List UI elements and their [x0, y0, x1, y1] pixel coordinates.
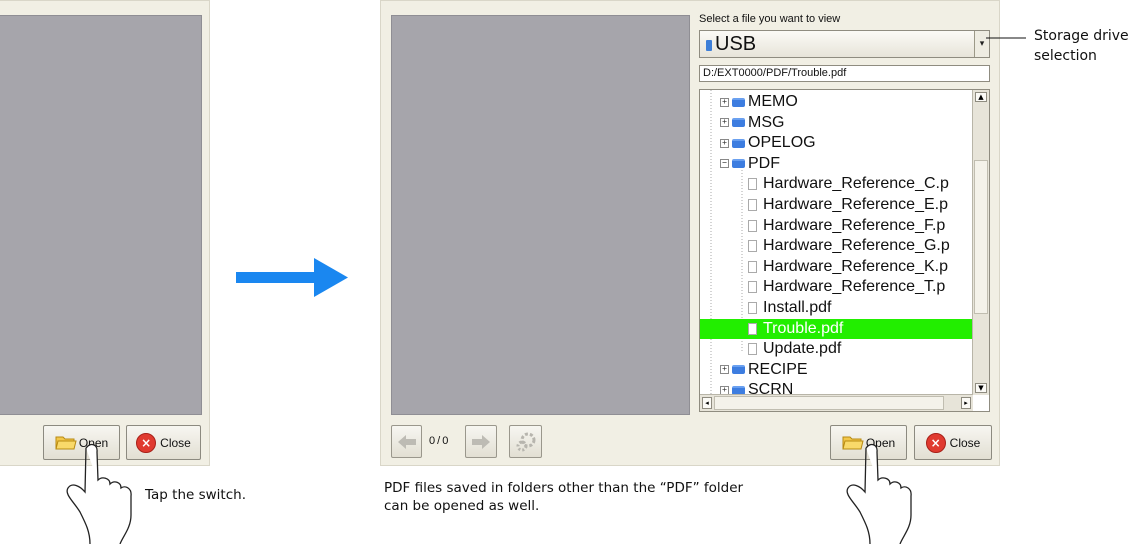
expand-icon[interactable]: +: [720, 97, 729, 107]
tree-file-item[interactable]: Hardware_Reference_K.p: [700, 257, 973, 277]
right-close-label: Close: [949, 435, 981, 450]
file-icon: [748, 343, 757, 356]
left-caption: Tap the switch.: [145, 487, 246, 503]
tree-item-label: Hardware_Reference_F.p: [763, 216, 946, 234]
tree-file-item[interactable]: Trouble.pdf: [700, 318, 973, 339]
tree-file-item[interactable]: Install.pdf: [700, 298, 973, 318]
storage-drive-select[interactable]: USB ▾: [699, 30, 990, 58]
tree-item-label: PDF: [748, 154, 780, 172]
expand-icon[interactable]: +: [720, 138, 729, 148]
callout-line1: Storage drive: [1034, 28, 1129, 44]
tree-item-label: SCRN: [748, 381, 794, 395]
expand-icon[interactable]: +: [720, 365, 729, 375]
tree-horizontal-scrollbar[interactable]: ◂ ▸: [700, 394, 973, 411]
scroll-up-arrow-icon[interactable]: ▲: [975, 92, 987, 102]
tree-item-label: Hardware_Reference_K.p: [763, 257, 948, 275]
file-icon: [748, 281, 757, 294]
tree-folder-item[interactable]: + MSG: [700, 113, 973, 133]
page-counter: 0 / 0: [429, 435, 448, 447]
tree-file-item[interactable]: Hardware_Reference_T.p: [700, 277, 973, 297]
callout-line: [986, 37, 1026, 39]
right-caption: PDF files saved in folders other than th…: [384, 479, 743, 515]
pointing-hand-left-icon: [66, 443, 132, 544]
tree-item-label: Update.pdf: [763, 340, 842, 358]
right-caption-line2: can be opened as well.: [384, 498, 540, 514]
tree-folder-item[interactable]: + SCRN: [700, 380, 973, 395]
right-viewer-panel: Select a file you want to view USB ▾ D:/…: [380, 0, 1000, 466]
arrow-left-icon: [397, 434, 416, 449]
folder-icon: [732, 138, 745, 148]
left-display-area: [0, 15, 202, 415]
folder-icon: [732, 97, 745, 107]
tree-file-item[interactable]: Update.pdf: [700, 339, 973, 359]
file-icon: [748, 302, 757, 314]
horizontal-scroll-thumb[interactable]: [714, 396, 944, 410]
folder-icon: [732, 365, 745, 375]
tree-item-label: MEMO: [748, 93, 798, 110]
tree-folder-item[interactable]: + RECIPE: [700, 360, 973, 380]
tree-folder-item[interactable]: + OPELOG: [700, 133, 973, 153]
file-icon: [748, 219, 757, 232]
file-path-field[interactable]: D:/EXT0000/PDF/Trouble.pdf: [699, 65, 990, 82]
tree-item-label: Trouble.pdf: [763, 319, 844, 337]
folder-icon: [732, 159, 745, 169]
arrow-right-small-icon: [472, 434, 490, 449]
settings-button[interactable]: [509, 425, 542, 458]
tree-item-label: Hardware_Reference_G.p: [763, 237, 950, 255]
tree-file-item[interactable]: Hardware_Reference_E.p: [700, 195, 973, 215]
scroll-left-arrow-icon[interactable]: ◂: [702, 397, 712, 409]
close-icon: ×: [925, 432, 946, 453]
tree-item-label: MSG: [748, 113, 785, 131]
drive-label: USB: [715, 33, 757, 55]
file-icon: [748, 260, 757, 273]
file-icon: [748, 240, 757, 253]
tree-item-label: Hardware_Reference_C.p: [763, 175, 949, 193]
collapse-icon[interactable]: −: [720, 159, 729, 169]
tree-item-label: Install.pdf: [763, 299, 832, 316]
callout-line2: selection: [1034, 48, 1097, 64]
tree-folder-item[interactable]: + MEMO: [700, 92, 973, 112]
next-page-button[interactable]: [465, 425, 497, 458]
pointing-hand-right-icon: [846, 443, 912, 544]
right-caption-line1: PDF files saved in folders other than th…: [384, 480, 744, 496]
tree-item-label: OPELOG: [748, 134, 816, 152]
scroll-right-arrow-icon[interactable]: ▸: [961, 397, 971, 409]
tree-item-label: Hardware_Reference_T.p: [763, 278, 946, 296]
gear-icon: [516, 432, 535, 451]
tree-vertical-scrollbar[interactable]: ▲ ▼: [972, 90, 989, 395]
expand-icon[interactable]: +: [720, 118, 729, 128]
storage-drive-callout: Storage drive selection: [1034, 26, 1129, 66]
scroll-down-arrow-icon[interactable]: ▼: [975, 383, 987, 393]
file-icon: [748, 199, 757, 211]
tree-item-label: RECIPE: [748, 360, 808, 378]
folder-icon: [732, 118, 745, 128]
tree-file-item[interactable]: Hardware_Reference_F.p: [700, 216, 973, 236]
file-icon: [748, 322, 757, 335]
dropdown-arrow-icon[interactable]: ▾: [974, 31, 989, 57]
file-select-heading: Select a file you want to view: [699, 13, 841, 25]
tree-folder-item[interactable]: − PDF: [700, 154, 973, 174]
tree-item-label: Hardware_Reference_E.p: [763, 196, 948, 213]
vertical-scroll-thumb[interactable]: [974, 160, 988, 314]
usb-drive-icon: [706, 40, 712, 51]
previous-page-button[interactable]: [391, 425, 422, 458]
tree-viewport: + MEMO + MSG + OPELOG − PDF Hardware_Reference_C…: [700, 90, 973, 395]
right-close-button[interactable]: × Close: [914, 425, 992, 460]
arrow-right-icon: [236, 258, 348, 297]
left-viewer-panel: Open × Close: [0, 0, 210, 466]
tree-file-item[interactable]: Hardware_Reference_C.p: [700, 174, 973, 194]
right-display-area: [391, 15, 690, 415]
file-tree[interactable]: + MEMO + MSG + OPELOG − PDF Hardware_Reference_C…: [699, 89, 990, 412]
left-close-label: Close: [160, 435, 191, 450]
tree-file-item[interactable]: Hardware_Reference_G.p: [700, 236, 973, 256]
file-icon: [748, 178, 757, 191]
